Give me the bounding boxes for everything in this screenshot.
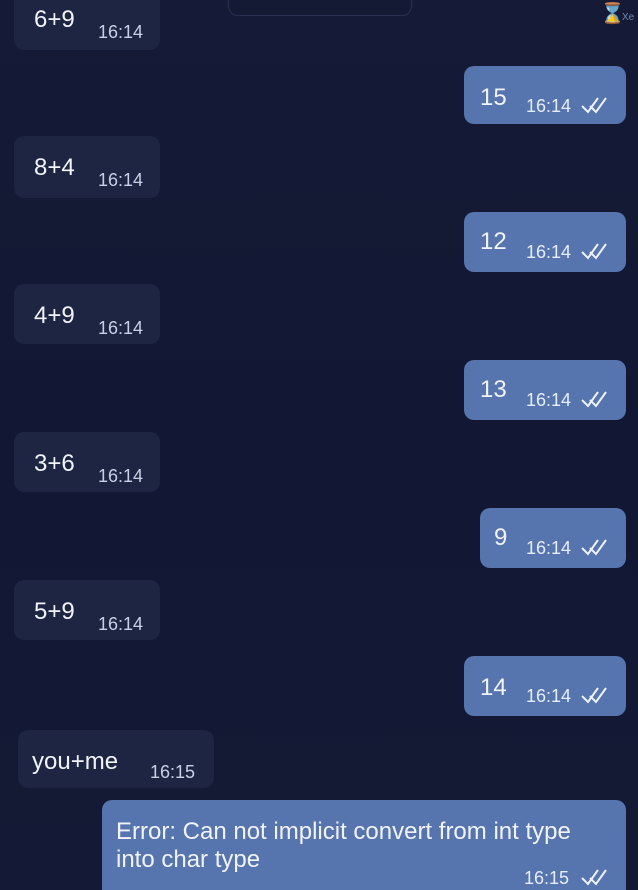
outgoing-message[interactable]: 9 16:14: [480, 508, 626, 568]
double-check-icon: [580, 96, 608, 114]
message-time: 16:14: [98, 614, 144, 634]
message-time: 16:14: [526, 242, 572, 262]
message-time: 16:14: [98, 466, 144, 486]
message-time: 16:14: [98, 170, 144, 190]
message-time: 16:15: [150, 762, 196, 782]
corner-icon-group: ⌛ Xe: [600, 4, 638, 28]
message-time: 16:14: [526, 686, 572, 706]
message-text: 13: [480, 376, 507, 403]
incoming-message[interactable]: 4+9 16:14: [14, 284, 160, 344]
double-check-icon: [580, 390, 608, 408]
message-time: 16:14: [98, 22, 144, 42]
incoming-message[interactable]: 6+9 16:14: [14, 0, 160, 50]
double-check-icon: [580, 868, 608, 886]
message-time: 16:14: [98, 318, 144, 338]
outgoing-message[interactable]: 14 16:14: [464, 656, 626, 716]
message-text: 6+9: [34, 6, 75, 33]
message-text: 12: [480, 228, 507, 255]
outgoing-message[interactable]: 12 16:14: [464, 212, 626, 272]
incoming-message[interactable]: you+me 16:15: [18, 730, 214, 788]
incoming-message[interactable]: 3+6 16:14: [14, 432, 160, 492]
incoming-message[interactable]: 8+4 16:14: [14, 136, 160, 198]
message-text: 8+4: [34, 154, 75, 181]
double-check-icon: [580, 242, 608, 260]
double-check-icon: [580, 538, 608, 556]
message-time: 16:14: [526, 96, 572, 116]
message-text: 4+9: [34, 302, 75, 329]
message-time: 16:14: [526, 390, 572, 410]
message-text: Error: Can not implicit convert from int…: [116, 818, 571, 873]
message-time: 16:15: [524, 868, 570, 888]
message-text: 3+6: [34, 450, 75, 477]
message-text: you+me: [32, 748, 119, 775]
message-text: 5+9: [34, 598, 75, 625]
top-notch: [228, 0, 412, 16]
message-text: 14: [480, 674, 507, 701]
outgoing-message[interactable]: 15 16:14: [464, 66, 626, 124]
message-text: 9: [494, 524, 508, 551]
outgoing-message[interactable]: 13 16:14: [464, 360, 626, 420]
message-text: 15: [480, 84, 507, 111]
corner-label: Xe: [622, 12, 635, 23]
double-check-icon: [580, 686, 608, 704]
incoming-message[interactable]: 5+9 16:14: [14, 580, 160, 640]
outgoing-message[interactable]: Error: Can not implicit convert from int…: [102, 800, 626, 890]
message-time: 16:14: [526, 538, 572, 558]
chat-screen: ⌛ Xe 6+9 16:14 15 16:14 8+4 16:14 12 16:…: [0, 0, 638, 890]
